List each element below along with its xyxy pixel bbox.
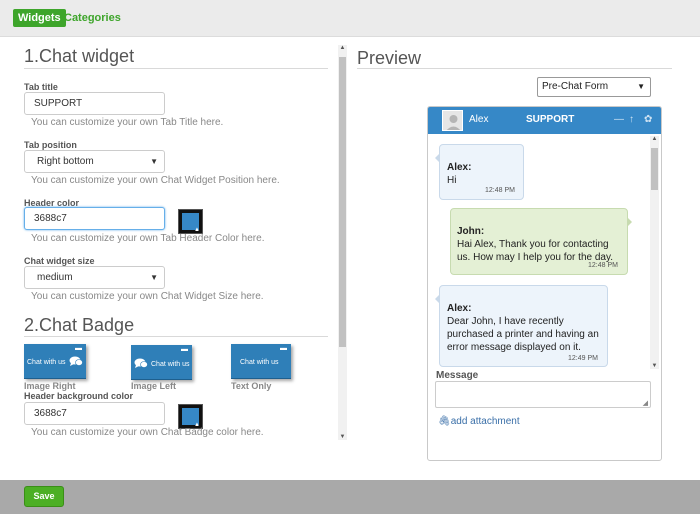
- scroll-down-icon[interactable]: ▼: [338, 434, 347, 440]
- message-sender: John:: [457, 226, 485, 237]
- section-divider: [24, 336, 328, 337]
- scroll-down-icon[interactable]: ▼: [650, 363, 659, 369]
- widget-size-select[interactable]: medium ▼: [24, 266, 165, 289]
- popout-icon[interactable]: ↑: [629, 114, 634, 125]
- agent-avatar: [442, 110, 463, 131]
- bubble-tail: [627, 217, 632, 227]
- badge-text-only[interactable]: ▬ Chat with us: [231, 344, 291, 379]
- message-line: Dear John, I have recently: [447, 316, 564, 327]
- footer-bar: Save: [0, 480, 700, 514]
- badge-color-picker[interactable]: ▲: [178, 404, 203, 429]
- chat-message: Alex: Hi 12:48 PM: [435, 144, 524, 200]
- message-input[interactable]: ◢: [435, 381, 651, 408]
- message-time: 12:48 PM: [588, 262, 618, 269]
- badge-image-right[interactable]: ▬ Chat with us: [24, 344, 86, 379]
- tab-categories[interactable]: Categories: [64, 9, 121, 27]
- badge-bg-color-label: Header background color: [24, 391, 134, 401]
- resize-grip-icon[interactable]: ◢: [643, 399, 648, 407]
- chat-message: John: Hai Alex, Thank you for contacting…: [450, 208, 632, 275]
- chat-bubble-icon: [69, 356, 83, 366]
- save-button[interactable]: Save: [24, 486, 64, 507]
- scrollbar-thumb[interactable]: [339, 57, 346, 347]
- minimize-icon: ▬: [181, 346, 188, 353]
- header-color-picker[interactable]: ▲: [178, 209, 203, 234]
- scroll-up-icon[interactable]: ▲: [338, 45, 347, 51]
- chat-message: Alex: Dear John, I have recently purchas…: [435, 285, 608, 367]
- message-time: 12:49 PM: [568, 355, 598, 362]
- header-color-hint: You can customize your own Tab Header Co…: [31, 233, 265, 244]
- tab-position-value: Right bottom: [37, 156, 94, 167]
- add-attachment-link[interactable]: 🖇add attachment: [438, 416, 520, 427]
- chat-badge-heading: 2.Chat Badge: [24, 315, 135, 335]
- badge-bg-color-hint: You can customize your own Chat Badge co…: [31, 427, 264, 438]
- settings-panel: 1.Chat widget Tab title SUPPORT You can …: [0, 37, 348, 480]
- agent-name: Alex: [469, 114, 489, 125]
- tab-title-hint: You can customize your own Tab Title her…: [31, 117, 224, 128]
- chat-title: SUPPORT: [526, 114, 575, 125]
- badge-text: Chat with us: [27, 359, 66, 366]
- message-line: Hai Alex, Thank you for contacting: [457, 239, 609, 250]
- tab-title-input[interactable]: SUPPORT: [24, 92, 165, 115]
- message-time: 12:48 PM: [485, 187, 515, 194]
- tab-widgets[interactable]: Widgets: [13, 9, 66, 27]
- tab-position-hint: You can customize your own Chat Widget P…: [31, 175, 280, 186]
- widget-size-label: Chat widget size: [24, 256, 95, 266]
- badge-caption: Text Only: [231, 381, 272, 391]
- tab-position-select[interactable]: Right bottom ▼: [24, 150, 165, 173]
- section-divider: [357, 68, 672, 69]
- widget-size-hint: You can customize your own Chat Widget S…: [31, 291, 264, 302]
- minimize-icon[interactable]: —: [614, 114, 624, 125]
- chat-scrollbar[interactable]: ▲ ▼: [650, 136, 659, 369]
- section-divider: [24, 68, 328, 69]
- bubble-tail: [435, 153, 440, 163]
- widget-size-value: medium: [37, 272, 73, 283]
- chevron-down-icon: ▼: [637, 82, 645, 91]
- tab-position-label: Tab position: [24, 140, 77, 150]
- badge-image-left[interactable]: ▬ Chat with us: [131, 345, 192, 380]
- badge-text: Chat with us: [240, 359, 279, 366]
- message-label: Message: [436, 370, 479, 381]
- add-attachment-label: add attachment: [450, 416, 520, 427]
- message-line: purchased a printer and having an: [447, 329, 599, 340]
- chat-header: Alex SUPPORT — ↑ ✿: [428, 107, 661, 134]
- tab-title-label: Tab title: [24, 82, 58, 92]
- paperclip-icon: 🖇: [438, 416, 451, 427]
- chevron-down-icon: ▼: [150, 157, 158, 166]
- preview-heading: Preview: [357, 48, 422, 68]
- badge-text: Chat with us: [151, 361, 190, 368]
- minimize-icon: ▬: [75, 345, 82, 352]
- top-nav-bar: Widgets Categories: [0, 0, 700, 37]
- header-color-input[interactable]: 3688c7: [24, 207, 165, 230]
- bubble-tail: [435, 294, 440, 304]
- preview-mode-value: Pre-Chat Form: [542, 81, 609, 92]
- message-line: Hi: [447, 175, 457, 186]
- message-sender: Alex:: [447, 303, 472, 314]
- chevron-down-icon: ▼: [150, 273, 158, 282]
- user-silhouette-icon: [446, 115, 461, 130]
- message-sender: Alex:: [447, 162, 472, 173]
- minimize-icon: ▬: [280, 345, 287, 352]
- settings-scrollbar[interactable]: ▲ ▼: [338, 45, 347, 440]
- chat-widget-heading: 1.Chat widget: [24, 46, 135, 66]
- chat-bubble-icon: [134, 358, 148, 368]
- gear-icon[interactable]: ✿: [644, 114, 652, 125]
- scroll-up-icon[interactable]: ▲: [650, 136, 659, 142]
- badge-caption: Image Left: [131, 381, 177, 391]
- scrollbar-thumb[interactable]: [651, 148, 658, 190]
- badge-bg-color-input[interactable]: 3688c7: [24, 402, 165, 425]
- preview-mode-select[interactable]: Pre-Chat Form ▼: [537, 77, 651, 97]
- badge-caption: Image Right: [24, 381, 76, 391]
